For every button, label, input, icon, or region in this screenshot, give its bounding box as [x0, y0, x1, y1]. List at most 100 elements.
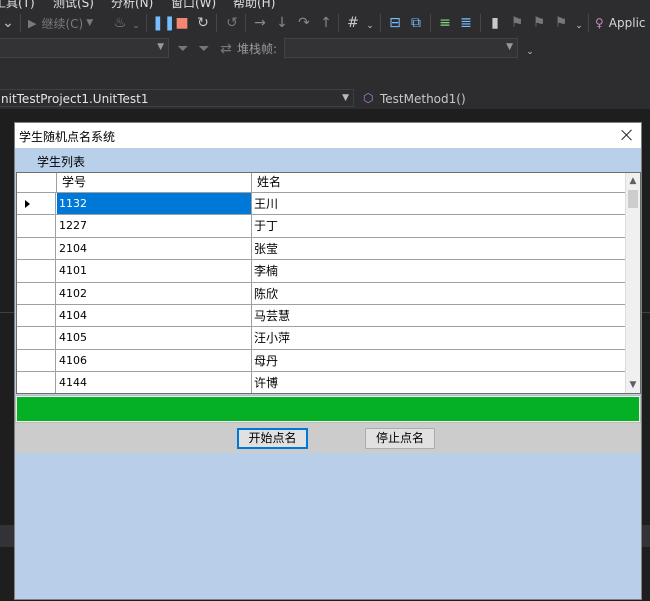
menu-tools[interactable]: 工具(T)	[0, 0, 35, 10]
window-titlebar[interactable]: 学生随机点名系统	[15, 123, 641, 148]
student-grid[interactable]: 学号 姓名 1132 王川 1227 于丁 2104 张莹 4101 李楠 4102 陈欣 4104…	[16, 172, 641, 394]
table-row[interactable]: 1132 王川	[17, 193, 627, 216]
row-header-corner	[17, 173, 57, 193]
cell-student-name[interactable]: 马芸慧	[252, 305, 627, 326]
table-row[interactable]: 4144 许博	[17, 372, 627, 393]
cell-student-id[interactable]: 4144	[57, 372, 252, 393]
current-row-icon	[25, 200, 30, 208]
continue-button[interactable]: ▶ 继续(C) ▼	[28, 13, 93, 33]
row-header[interactable]	[17, 327, 56, 349]
table-row[interactable]: 2104 张莹	[17, 237, 627, 261]
cell-student-name[interactable]: 许博	[252, 372, 627, 393]
restart-icon[interactable]: ↻	[195, 13, 211, 33]
member-navigator-combo[interactable]: ⬡ TestMethod1()	[358, 89, 650, 107]
row-header[interactable]	[17, 193, 56, 215]
clear-bookmarks-icon[interactable]: ⚑	[553, 13, 569, 33]
row-header[interactable]	[17, 260, 56, 282]
column-header-id[interactable]: 学号	[57, 173, 252, 193]
step-out-icon[interactable]: ↑	[318, 13, 334, 33]
scroll-thumb[interactable]	[628, 190, 638, 208]
show-next-statement-icon[interactable]: ↺	[224, 13, 240, 33]
stop-roll-call-button[interactable]: 停止点名	[365, 428, 435, 449]
chevron-down-icon[interactable]: ⌄	[362, 16, 378, 36]
row-header[interactable]	[17, 215, 56, 237]
cell-student-id[interactable]: 4105	[57, 327, 252, 349]
cell-student-id[interactable]: 2104	[57, 237, 252, 260]
comment-icon[interactable]: ≡	[437, 13, 453, 33]
step-arrow-icon[interactable]: →	[252, 13, 268, 33]
process-combo[interactable]: ▼	[0, 38, 169, 58]
application-insights-button[interactable]: ♀ Applic	[595, 13, 646, 33]
cell-student-name[interactable]: 李楠	[252, 260, 627, 281]
cell-student-name[interactable]: 王川	[252, 193, 627, 214]
filter-clear-icon[interactable]: ⏷	[196, 39, 212, 59]
cell-student-id[interactable]: 1132	[57, 193, 252, 215]
cell-student-id[interactable]: 1227	[57, 215, 252, 237]
cell-student-name[interactable]: 陈欣	[252, 283, 627, 304]
table-row[interactable]: 1227 于丁	[17, 215, 627, 238]
table-row[interactable]: 4105 汪小萍	[17, 327, 627, 350]
ide-tab-well	[0, 62, 650, 87]
cell-student-name[interactable]: 汪小萍	[252, 327, 627, 348]
row-header[interactable]	[17, 282, 56, 304]
cell-student-name[interactable]: 于丁	[252, 215, 627, 236]
lightbulb-icon: ♀	[595, 16, 604, 30]
table-row[interactable]: 4104 马芸慧	[17, 305, 627, 328]
ide-menubar: 工具(T) 测试(S) 分析(N) 窗口(W) 帮助(H)	[0, 0, 650, 10]
play-icon: ▶	[28, 16, 37, 30]
chevron-down-icon[interactable]: ⌄	[522, 42, 538, 62]
chevron-down-icon: ▼	[86, 18, 94, 28]
cell-student-id[interactable]: 4106	[57, 349, 252, 372]
toggle-icon[interactable]: ⇄	[218, 39, 234, 59]
menu-window[interactable]: 窗口(W)	[171, 0, 216, 10]
close-icon[interactable]	[619, 127, 635, 143]
bookmark-icon[interactable]: ▮	[487, 13, 503, 33]
breakpoint-window-icon[interactable]: ⊟	[387, 13, 403, 33]
chevron-down-icon[interactable]: ⌄	[128, 16, 144, 36]
menu-test[interactable]: 测试(S)	[53, 0, 94, 10]
row-header[interactable]	[17, 305, 56, 327]
next-bookmark-icon[interactable]: ⚑	[531, 13, 547, 33]
type-navigator-combo[interactable]: nitTestProject1.UnitTest1 ▼	[0, 89, 354, 107]
menu-help[interactable]: 帮助(H)	[233, 0, 275, 10]
cell-student-name[interactable]: 母丹	[252, 350, 627, 371]
student-list-header: 学生列表	[15, 149, 641, 172]
button-panel: 开始点名 停止点名	[15, 423, 641, 453]
stack-frame-combo[interactable]: ▼	[284, 38, 518, 58]
column-header-name[interactable]: 姓名	[252, 173, 627, 193]
pause-icon[interactable]: ❚❚	[152, 13, 175, 33]
grid-vertical-scrollbar[interactable]: ▲ ▼	[625, 173, 640, 393]
uncomment-icon[interactable]: ≣	[458, 13, 474, 33]
start-roll-call-button[interactable]: 开始点名	[237, 428, 308, 449]
scroll-up-icon[interactable]: ▲	[626, 173, 640, 189]
table-row[interactable]: 4106 母丹	[17, 349, 627, 373]
progress-fill	[17, 397, 639, 421]
row-header[interactable]	[17, 372, 56, 393]
menu-analyze[interactable]: 分析(N)	[111, 0, 153, 10]
chevron-down-icon: ▼	[342, 93, 349, 103]
step-over-icon[interactable]: ↷	[296, 13, 312, 33]
hex-display-icon[interactable]: #	[345, 13, 361, 33]
window-title: 学生随机点名系统	[19, 130, 116, 144]
prev-bookmark-icon[interactable]: ⚑	[509, 13, 525, 33]
member-navigator-value: TestMethod1()	[380, 92, 466, 106]
continue-label: 继续(C)	[41, 16, 84, 31]
table-row[interactable]: 4102 陈欣	[17, 282, 627, 305]
chevron-down-icon[interactable]: ⌄	[571, 16, 587, 36]
chevron-down-icon: ▼	[506, 42, 513, 52]
step-into-icon[interactable]: ↓	[274, 13, 290, 33]
flame-icon[interactable]: ♨	[112, 13, 128, 33]
stack-frame-label: 堆栈帧:	[237, 42, 278, 56]
table-row[interactable]: 4101 李楠	[17, 260, 627, 283]
filter-icon[interactable]: ⏷	[175, 39, 191, 59]
cell-student-name[interactable]: 张莹	[252, 238, 627, 259]
row-header[interactable]	[17, 237, 56, 260]
threads-icon[interactable]: ⧉	[408, 13, 424, 33]
stop-icon[interactable]: ■	[174, 13, 190, 33]
row-header[interactable]	[17, 349, 56, 372]
cell-student-id[interactable]: 4101	[57, 260, 252, 282]
scroll-down-icon[interactable]: ▼	[626, 377, 640, 393]
cell-student-id[interactable]: 4102	[57, 282, 252, 304]
dropdown-arrow-icon[interactable]: ⌄	[0, 13, 16, 33]
cell-student-id[interactable]: 4104	[57, 305, 252, 327]
